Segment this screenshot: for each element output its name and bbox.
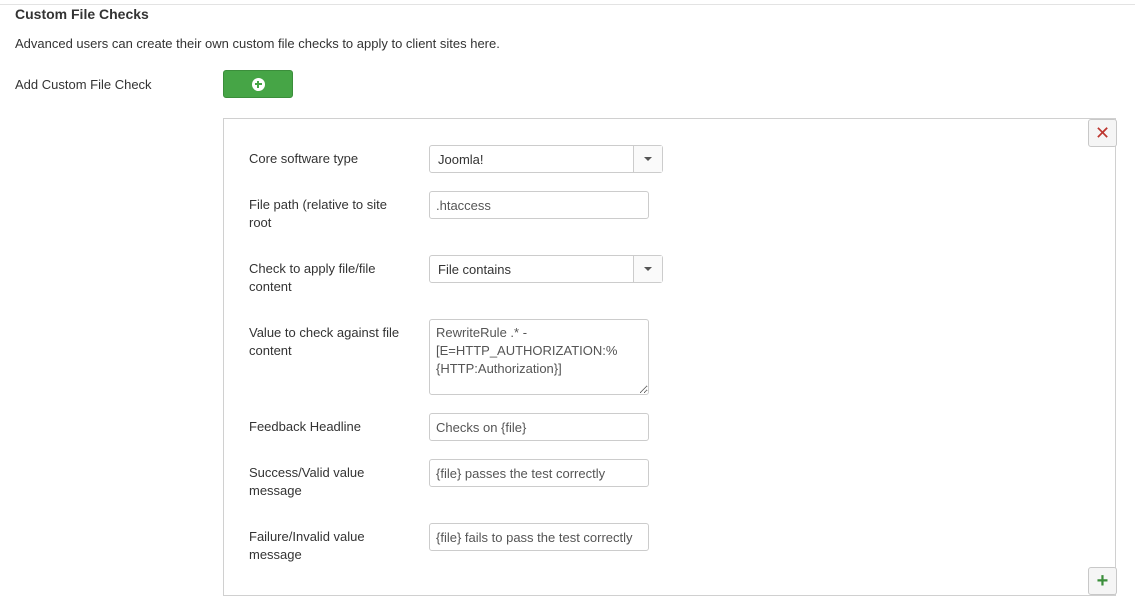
remove-check-button[interactable]: ✕ (1088, 119, 1117, 147)
add-custom-file-check-label: Add Custom File Check (15, 77, 152, 92)
chevron-down-icon[interactable] (633, 146, 662, 172)
chevron-down-icon[interactable] (633, 256, 662, 282)
core-software-type-value: Joomla! (438, 152, 484, 167)
feedback-headline-input[interactable] (429, 413, 649, 441)
check-type-value: File contains (438, 262, 511, 277)
failure-message-input[interactable] (429, 523, 649, 551)
core-software-type-label: Core software type (249, 151, 359, 166)
check-value-textarea[interactable]: RewriteRule .* - [E=HTTP_AUTHORIZATION:%… (429, 319, 649, 395)
failure-message-label: Failure/Invalid value message (249, 529, 365, 562)
success-message-label: Success/Valid value message (249, 465, 365, 498)
check-value-label: Value to check against file content (249, 325, 400, 358)
plus-icon: + (1096, 570, 1109, 592)
file-path-input[interactable] (429, 191, 649, 219)
success-message-input[interactable] (429, 459, 649, 487)
check-type-select[interactable]: File contains (429, 255, 663, 283)
top-divider (0, 0, 1135, 5)
file-path-label: File path (relative to site root (249, 197, 388, 230)
add-custom-file-check-button[interactable] (223, 70, 293, 98)
check-type-label: Check to apply file/file content (249, 261, 376, 294)
feedback-headline-label: Feedback Headline (249, 419, 362, 434)
section-intro: Advanced users can create their own cust… (15, 36, 500, 51)
close-icon: ✕ (1094, 123, 1111, 143)
add-check-row-button[interactable]: + (1088, 567, 1117, 595)
core-software-type-select[interactable]: Joomla! (429, 145, 663, 173)
plus-circle-icon (251, 77, 265, 91)
section-title: Custom File Checks (15, 6, 149, 22)
